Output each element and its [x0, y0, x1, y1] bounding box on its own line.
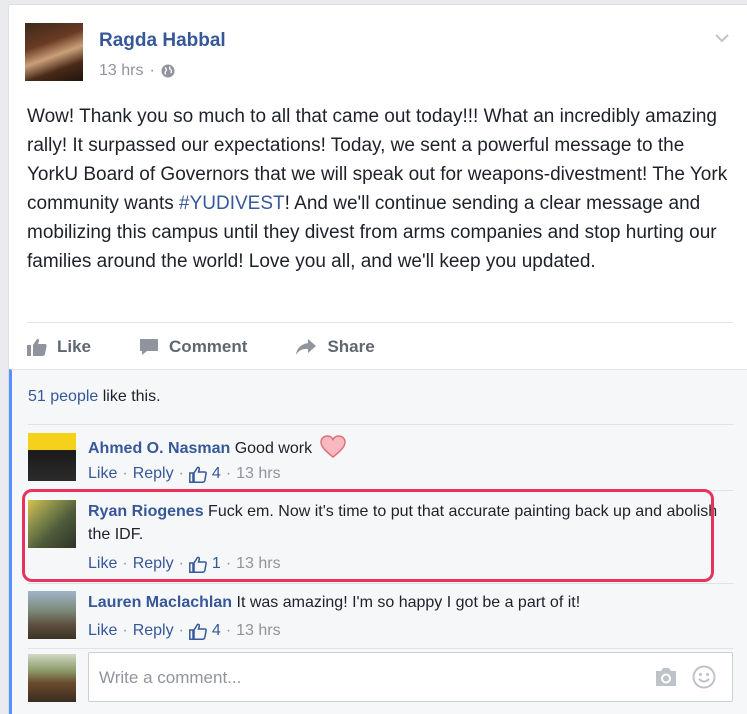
- heart-emoji-icon: [319, 435, 346, 458]
- author-name[interactable]: Ragda Habbal: [99, 30, 226, 52]
- comment-dot: ·: [178, 622, 184, 639]
- like-label: Like: [57, 337, 92, 356]
- smiley-icon[interactable]: [692, 665, 716, 689]
- hashtag-link[interactable]: #YUDIVEST: [179, 193, 285, 214]
- camera-icon[interactable]: [654, 666, 678, 688]
- post-card: Ragda Habbal 13 hrs · Wow! Thank you so …: [8, 4, 747, 714]
- comment-like-count[interactable]: 4: [212, 465, 221, 483]
- divider: [28, 424, 733, 425]
- comment-input-box[interactable]: [88, 652, 733, 702]
- comment-time[interactable]: 13 hrs: [236, 465, 280, 483]
- comment-actions: Like · Reply · 4 · 13 hrs: [88, 465, 281, 483]
- commenter-avatar[interactable]: [28, 591, 76, 639]
- comment-composer: [28, 652, 733, 706]
- likes-summary: 51 people like this.: [28, 388, 161, 406]
- divider: [28, 583, 733, 584]
- chevron-down-icon[interactable]: [711, 27, 733, 49]
- comment-body: Lauren Maclachlan It was amazing! I'm so…: [88, 591, 723, 614]
- share-button[interactable]: Share: [295, 337, 375, 357]
- commenter-avatar[interactable]: [28, 433, 76, 481]
- share-label: Share: [327, 337, 375, 356]
- comment-item: Ahmed O. Nasman Good work Like · Reply ·…: [28, 433, 733, 493]
- divider: [27, 322, 733, 323]
- thumbs-up-outline-icon: [188, 466, 207, 483]
- likes-count-link[interactable]: 51 people: [28, 388, 98, 405]
- thumbs-up-icon: [27, 338, 47, 356]
- comment-reply-link[interactable]: Reply: [133, 622, 174, 640]
- post-text: Wow! Thank you so much to all that came …: [27, 102, 732, 276]
- comment-actions: Like · Reply · 4 · 13 hrs: [88, 622, 281, 640]
- meta-dot: ·: [149, 62, 155, 79]
- comment-item: Lauren Maclachlan It was amazing! I'm so…: [28, 591, 733, 647]
- comments-section: 51 people like this. Ahmed O. Nasman Goo…: [9, 369, 747, 714]
- comment-dot: ·: [178, 465, 184, 482]
- like-button[interactable]: Like: [27, 337, 91, 357]
- comment-bubble-icon: [140, 339, 159, 355]
- comment-body: Ahmed O. Nasman Good work: [88, 435, 723, 460]
- divider: [28, 648, 733, 649]
- comment-reply-link[interactable]: Reply: [133, 465, 174, 483]
- comment-text: Good work: [230, 440, 313, 457]
- comment-dot: ·: [225, 465, 232, 482]
- comment-like-link[interactable]: Like: [88, 622, 117, 640]
- share-arrow-icon: [296, 339, 317, 355]
- likes-suffix: like this.: [98, 388, 161, 405]
- comment-button[interactable]: Comment: [139, 337, 247, 357]
- comment-time[interactable]: 13 hrs: [236, 622, 280, 640]
- thumbs-up-outline-icon: [188, 623, 207, 640]
- commenter-name[interactable]: Ahmed O. Nasman: [88, 440, 230, 457]
- comment-like-count[interactable]: 4: [212, 622, 221, 640]
- commenter-name[interactable]: Lauren Maclachlan: [88, 594, 232, 611]
- post-time[interactable]: 13 hrs: [99, 62, 143, 80]
- post-actions: Like Comment Share: [27, 332, 423, 362]
- comment-text: It was amazing! I'm so happy I got be a …: [232, 594, 581, 611]
- comment-dot: ·: [225, 622, 232, 639]
- post-meta: 13 hrs ·: [99, 62, 175, 80]
- globe-icon: [161, 64, 175, 78]
- comment-input[interactable]: [97, 663, 581, 693]
- comment-label: Comment: [169, 337, 248, 356]
- author-avatar[interactable]: [25, 23, 83, 81]
- highlight-outline: [22, 489, 714, 582]
- comment-dot: ·: [122, 622, 128, 639]
- comment-like-link[interactable]: Like: [88, 465, 117, 483]
- comment-dot: ·: [122, 465, 128, 482]
- current-user-avatar[interactable]: [28, 654, 76, 702]
